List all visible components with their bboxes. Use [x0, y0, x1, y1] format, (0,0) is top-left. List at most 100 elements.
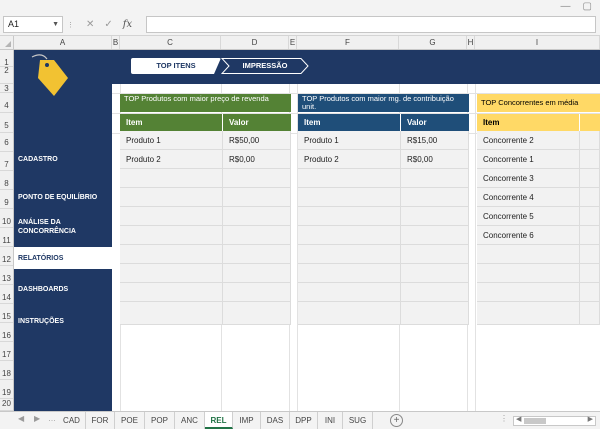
formula-bar-grip-icon: ⋮: [67, 22, 74, 29]
row-header-15[interactable]: 15: [0, 304, 13, 323]
scroll-right-icon[interactable]: ▶: [34, 414, 40, 423]
column-item-label: Item: [120, 114, 223, 131]
more-sheets-icon[interactable]: …: [48, 414, 56, 423]
table-row-valor[interactable]: R$15,00: [401, 131, 469, 150]
row-header-1[interactable]: 1: [0, 50, 13, 67]
table-row-item[interactable]: Concorrente 2: [477, 131, 580, 150]
table-row-item[interactable]: Concorrente 6: [477, 226, 580, 245]
panel-body: Produto 1 R$50,00 Produto 2 R$0,00: [120, 131, 291, 325]
table-row-item[interactable]: Produto 2: [120, 150, 223, 169]
table-row-item[interactable]: Concorrente 3: [477, 169, 580, 188]
table-row-item[interactable]: Produto 2: [298, 150, 401, 169]
sidebar-item-analise-da-concorrencia[interactable]: ANÁLISE DA CONCORRÊNCIA: [14, 216, 112, 238]
minimize-icon[interactable]: —: [561, 1, 571, 12]
row-header-19[interactable]: 19: [0, 380, 13, 399]
sheet-tab-imp[interactable]: IMP: [233, 412, 261, 429]
row-header-13[interactable]: 13: [0, 266, 13, 285]
name-box-value: A1: [8, 19, 20, 29]
row-header-3[interactable]: 3: [0, 84, 13, 93]
tab-top-itens[interactable]: TOP ITENS: [131, 58, 221, 74]
add-sheet-button[interactable]: +: [390, 414, 403, 427]
horizontal-scrollbar[interactable]: ◀ ▶: [513, 416, 596, 426]
table-row-item[interactable]: Concorrente 5: [477, 207, 580, 226]
table-row-valor[interactable]: [580, 226, 600, 245]
scroll-left-arrow-icon[interactable]: ◀: [516, 415, 521, 423]
panel-header: Item Valor: [120, 114, 291, 131]
scroll-right-arrow-icon[interactable]: ▶: [588, 415, 593, 423]
close-icon[interactable]: ✕: [86, 19, 94, 30]
sheet-tab-pop[interactable]: POP: [145, 412, 175, 429]
function-icon[interactable]: fx: [123, 19, 132, 30]
scrollbar-thumb[interactable]: [524, 418, 546, 424]
sidebar-item-label: INSTRUÇÕES: [18, 317, 64, 325]
column-header-c[interactable]: C: [120, 36, 221, 49]
panel-header: Item Valor: [298, 114, 469, 131]
row-header-14[interactable]: 14: [0, 285, 13, 304]
row-header-18[interactable]: 18: [0, 361, 13, 380]
tab-impressao[interactable]: IMPRESSÃO: [221, 58, 309, 74]
price-tag-icon: [31, 54, 68, 96]
panel-body: Concorrente 2 Concorrente 1 Concorrente …: [477, 131, 600, 325]
table-row-item[interactable]: Concorrente 4: [477, 188, 580, 207]
restore-icon[interactable]: ▢: [583, 1, 592, 12]
row-header-9[interactable]: 9: [0, 190, 13, 209]
more-options-icon[interactable]: ⋮: [500, 414, 508, 423]
row-header-4[interactable]: 4: [0, 93, 13, 113]
name-box[interactable]: A1 ▼: [3, 16, 63, 33]
sheet-tab-cad[interactable]: CAD: [58, 412, 86, 429]
table-row-valor[interactable]: [580, 207, 600, 226]
sidebar-item-cadastro[interactable]: CADASTRO: [14, 149, 112, 169]
sidebar-item-ponto-de-equilibrio[interactable]: PONTO DE EQUILÍBRIO: [14, 187, 112, 207]
table-row-item[interactable]: Produto 1: [298, 131, 401, 150]
table-row-valor[interactable]: R$50,00: [223, 131, 291, 150]
row-header-11[interactable]: 11: [0, 228, 13, 247]
sheet-tab-poe[interactable]: POE: [115, 412, 145, 429]
column-header-g[interactable]: G: [399, 36, 467, 49]
sheet-tab-das[interactable]: DAS: [261, 412, 290, 429]
table-row-valor[interactable]: [580, 169, 600, 188]
column-header-f[interactable]: F: [297, 36, 399, 49]
panel-header: Item: [477, 114, 600, 131]
sidebar-item-label: DASHBOARDS: [18, 285, 69, 293]
column-header-e[interactable]: E: [289, 36, 297, 49]
column-header-d[interactable]: D: [221, 36, 289, 49]
row-header-5[interactable]: 5: [0, 113, 13, 133]
row-header-2[interactable]: 2: [0, 67, 13, 84]
table-row-valor[interactable]: [580, 188, 600, 207]
check-icon[interactable]: ✓: [104, 19, 112, 30]
sidebar-item-dashboards[interactable]: DASHBOARDS: [14, 279, 112, 299]
sheet-tab-anc[interactable]: ANC: [175, 412, 205, 429]
column-header-i[interactable]: I: [475, 36, 600, 49]
sheet-tab-sug[interactable]: SUG: [343, 412, 373, 429]
row-header-20[interactable]: 20: [0, 399, 13, 411]
table-row-valor[interactable]: [580, 131, 600, 150]
table-row-valor[interactable]: [580, 150, 600, 169]
window-controls: — ▢: [561, 0, 592, 12]
row-header-10[interactable]: 10: [0, 209, 13, 228]
column-header-h[interactable]: H: [467, 36, 475, 49]
sheet-tab-for[interactable]: FOR: [86, 412, 115, 429]
table-row-valor[interactable]: R$0,00: [401, 150, 469, 169]
row-header-12[interactable]: 12: [0, 247, 13, 266]
row-header-16[interactable]: 16: [0, 323, 13, 342]
select-all-button[interactable]: [0, 36, 14, 49]
table-row-item[interactable]: Concorrente 1: [477, 150, 580, 169]
sidebar-item-relatorios[interactable]: RELATÓRIOS: [14, 247, 112, 269]
chevron-down-icon[interactable]: ▼: [52, 17, 59, 32]
formula-input[interactable]: [146, 16, 596, 33]
sidebar-item-label: CADASTRO: [18, 155, 58, 163]
report-grid: TOP Produtos com maior preço de revenda …: [112, 84, 600, 411]
sheet-tab-rel[interactable]: REL: [205, 412, 233, 429]
row-header-6[interactable]: 6: [0, 133, 13, 152]
table-row-valor[interactable]: R$0,00: [223, 150, 291, 169]
sidebar-item-instrucoes[interactable]: INSTRUÇÕES: [14, 311, 112, 331]
table-row-item[interactable]: Produto 1: [120, 131, 223, 150]
column-header-a[interactable]: A: [14, 36, 112, 49]
row-header-7[interactable]: 7: [0, 152, 13, 171]
sheet-tab-dpp[interactable]: DPP: [290, 412, 318, 429]
column-header-b[interactable]: B: [112, 36, 120, 49]
row-header-17[interactable]: 17: [0, 342, 13, 361]
sheet-tab-ini[interactable]: INI: [318, 412, 343, 429]
scroll-left-icon[interactable]: ◀: [18, 414, 24, 423]
row-header-8[interactable]: 8: [0, 171, 13, 190]
